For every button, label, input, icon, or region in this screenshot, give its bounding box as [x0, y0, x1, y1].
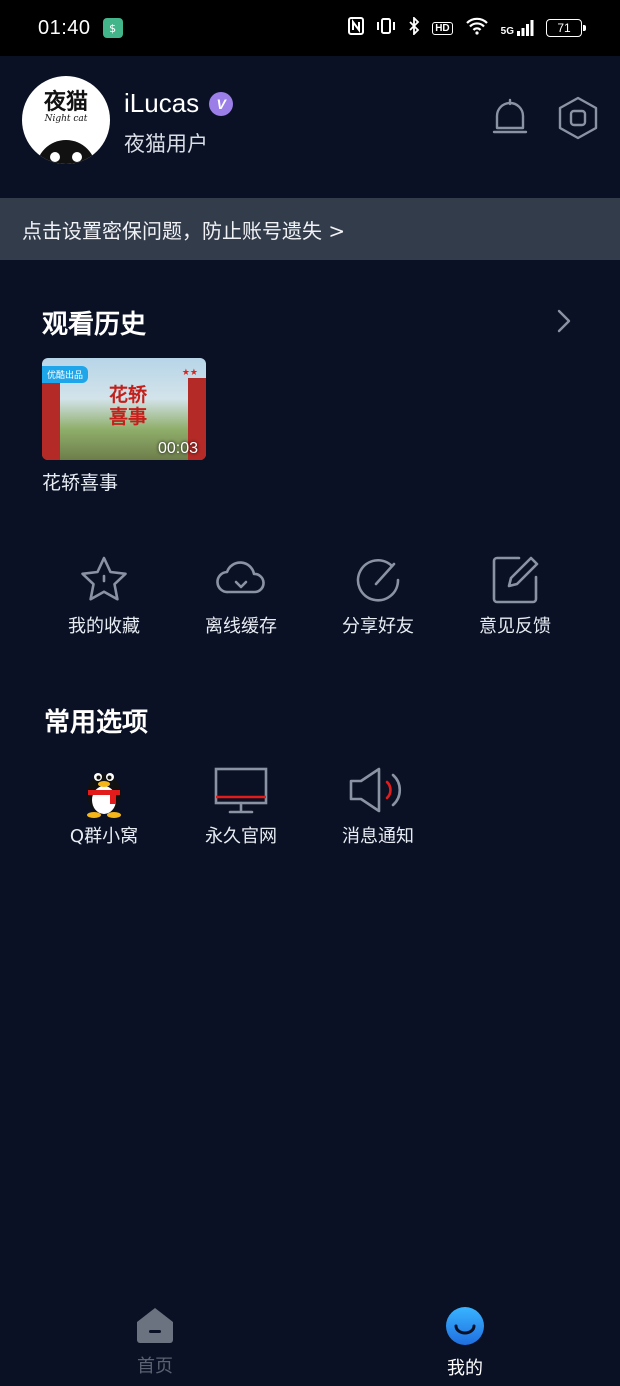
vip-badge-icon: V: [209, 91, 234, 116]
feedback-button[interactable]: 意见反馈: [455, 552, 575, 638]
vibrate-icon: [376, 17, 396, 39]
status-icons: HD 5G 71: [348, 15, 586, 39]
option-label: 永久官网: [205, 826, 277, 847]
share-friends-button[interactable]: 分享好友: [318, 552, 438, 638]
app-notification-icon: $: [102, 18, 123, 38]
bluetooth-icon: [408, 15, 420, 39]
nav-profile-label: 我的: [447, 1358, 483, 1379]
star-icon: [81, 556, 127, 601]
chevron-right-icon: [557, 309, 571, 333]
signal-icon: [517, 20, 534, 36]
poster-title: 花轿喜事: [108, 384, 147, 428]
bell-icon: [492, 98, 528, 134]
settings-button[interactable]: [556, 96, 600, 140]
cloud-download-icon: [216, 561, 265, 594]
username[interactable]: iLucas: [124, 88, 199, 119]
status-time: 01:40: [38, 16, 91, 39]
option-label: 消息通知: [342, 826, 414, 847]
action-label: 离线缓存: [205, 616, 277, 637]
action-label: 分享好友: [342, 616, 414, 637]
network-type: 5G: [500, 26, 514, 37]
common-options-title: 常用选项: [44, 708, 149, 738]
avatar[interactable]: 夜猫 Night cat: [22, 76, 110, 164]
history-video-card[interactable]: 优酷出品 ★★ 花轿喜事 00:03: [42, 358, 206, 460]
poster-pillar-left: [42, 378, 60, 460]
message-notification-button[interactable]: 消息通知: [318, 762, 438, 848]
wifi-icon: [465, 17, 489, 39]
avatar-brand: 夜猫: [43, 90, 88, 115]
qq-group-button[interactable]: Q群小窝: [44, 762, 164, 848]
video-thumbnail: 优酷出品 ★★ 花轿喜事 00:03: [42, 358, 206, 460]
username-row: iLucas V: [124, 88, 234, 119]
bottom-nav: 首页 我的: [0, 1296, 620, 1386]
video-title[interactable]: 花轿喜事: [42, 468, 118, 495]
security-banner-text: 点击设置密保问题，防止账号遗失 >: [22, 218, 346, 243]
action-label: 我的收藏: [68, 616, 140, 637]
edit-feedback-icon: [492, 556, 539, 604]
speaker-icon: [349, 767, 402, 813]
share-icon: [356, 559, 400, 602]
battery-indicator: 71: [546, 19, 586, 37]
nav-home-label: 首页: [137, 1356, 173, 1377]
official-site-button[interactable]: 永久官网: [181, 762, 301, 848]
history-title: 观看历史: [42, 310, 147, 340]
nav-profile[interactable]: 我的: [405, 1306, 525, 1380]
offline-cache-button[interactable]: 离线缓存: [181, 552, 301, 638]
security-question-banner[interactable]: 点击设置密保问题，防止账号遗失 >: [0, 198, 620, 260]
qq-penguin-icon: [87, 773, 121, 818]
monitor-icon: [214, 767, 268, 814]
user-role: 夜猫用户: [124, 132, 208, 156]
avatar-brand-sub: Night cat: [44, 114, 88, 124]
signal-group: 5G: [501, 19, 534, 37]
video-source-tag: 优酷出品: [42, 366, 89, 383]
poster-brand-mark: ★★: [181, 368, 198, 378]
action-label: 意见反馈: [479, 616, 551, 637]
video-duration: 00:03: [157, 440, 198, 457]
home-icon: [137, 1308, 173, 1343]
hd-badge: HD: [432, 21, 453, 35]
history-more-button[interactable]: [554, 308, 574, 334]
option-label: Q群小窝: [69, 826, 139, 847]
profile-header: 夜猫 Night cat iLucas V 夜猫用户: [0, 56, 620, 198]
favorites-button[interactable]: 我的收藏: [44, 552, 164, 638]
notification-bell-button[interactable]: [488, 96, 532, 140]
status-bar: 01:40 $ HD 5G 71: [0, 0, 620, 56]
profile-smile-icon: [446, 1307, 484, 1345]
nav-home[interactable]: 首页: [95, 1306, 215, 1378]
cat-logo-icon: [36, 140, 96, 164]
settings-hexagon-icon: [558, 96, 598, 140]
nfc-icon: [348, 17, 365, 39]
